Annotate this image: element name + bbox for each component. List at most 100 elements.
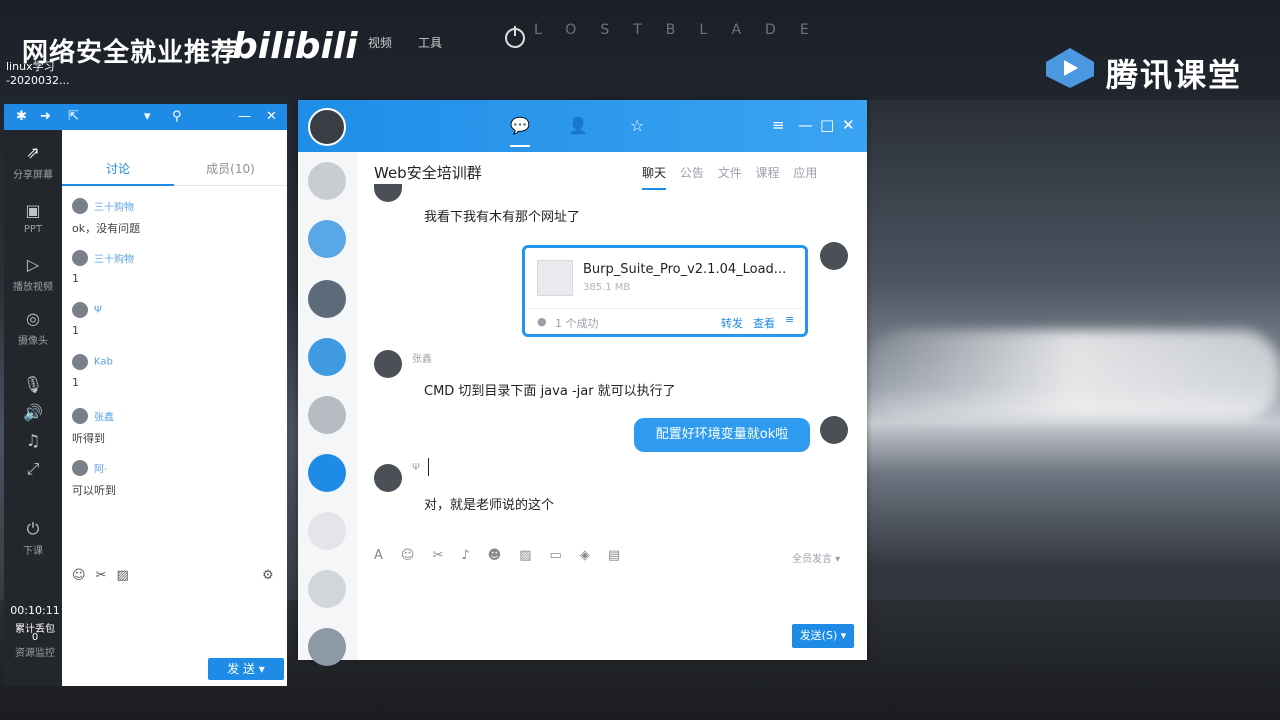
message-text: 1 (72, 324, 79, 337)
speak-mode-select[interactable]: 全员发言 ▾ (792, 550, 840, 565)
menu-icon[interactable]: ≡ (772, 116, 785, 134)
microphone-button[interactable]: 🎙 (4, 376, 62, 398)
classroom-panel: ✱ ➜ ⇱ ▾ ⚲ — ✕ ⇗ 分享屏幕 ▣ PPT ▷ 播放视频 ◎ 摄像头 … (4, 104, 287, 686)
tab-files[interactable]: 文件 (718, 166, 742, 180)
tab-chat[interactable]: 聊天 (642, 166, 667, 190)
send-button[interactable]: 发 送 ▾ (208, 658, 284, 680)
arrow-right-icon[interactable]: ➜ (40, 109, 51, 124)
screenshot-icon[interactable]: ◈ (580, 548, 608, 563)
top-menu-video[interactable]: 视频 (368, 34, 392, 51)
view-button[interactable]: 查看 (753, 315, 775, 331)
share-screen-label: 分享屏幕 (13, 170, 53, 181)
tencent-classroom-logo-icon (1046, 48, 1094, 88)
send-button[interactable]: 发送(S) ▾ (792, 624, 854, 648)
sender-name: 张鑫 (412, 354, 432, 365)
avatar[interactable] (820, 242, 848, 270)
window-header: 💬 👤 ☆ ≡ — □ ✕ (298, 100, 867, 152)
avatar (72, 302, 88, 318)
chat-icon[interactable]: 💬 (510, 116, 530, 147)
end-class-label: 下课 (23, 546, 43, 557)
text-cursor (428, 458, 429, 476)
more-icon[interactable]: ≡ (785, 313, 794, 326)
microphone-icon[interactable]: ♪ (461, 548, 487, 563)
list-item[interactable] (308, 220, 346, 258)
minimize-icon[interactable]: — (798, 116, 813, 134)
avatar[interactable] (374, 184, 402, 202)
music-button[interactable]: ♫ (4, 432, 62, 454)
speak-mode-label: 全员发言 (792, 554, 832, 565)
file-message-card[interactable]: Burp_Suite_Pro_v2.1.04_Load... 385.1 MB … (522, 245, 808, 337)
settings-icon[interactable]: ✱ (16, 109, 27, 124)
emoji-icon[interactable]: ☺ (401, 548, 433, 563)
microphone-icon: 🎙 (22, 375, 44, 394)
space-icon[interactable]: ☆ (630, 116, 644, 135)
power-icon[interactable] (505, 26, 525, 48)
list-item: 阿· 可以听到 (72, 460, 116, 498)
desktop-file-label-2: -2020032... (6, 74, 70, 87)
group-chat-window: 💬 👤 ☆ ≡ — □ ✕ Web安全培训群 聊天 公告 文件 课程 应用 我看… (298, 100, 867, 666)
scissors-icon[interactable]: ✂ (96, 568, 117, 583)
forward-button[interactable]: 转发 (721, 315, 743, 331)
send-label: 发 送 (227, 662, 255, 676)
folder-icon[interactable]: ▭ (550, 548, 580, 563)
image-icon[interactable]: ▨ (519, 548, 549, 563)
list-item[interactable] (308, 512, 346, 550)
top-menu-tools[interactable]: 工具 (418, 34, 442, 51)
avatar[interactable] (374, 350, 402, 378)
avatar (72, 408, 88, 424)
minimize-icon[interactable]: — (238, 109, 251, 124)
tab-apps[interactable]: 应用 (793, 166, 817, 180)
list-item: 三十购物 ok，没有问题 (72, 198, 140, 236)
camera-button[interactable]: ◎ 摄像头 (4, 310, 62, 348)
list-item[interactable] (308, 628, 346, 666)
list-item[interactable] (308, 280, 346, 318)
avatar[interactable] (374, 464, 402, 492)
packet-loss-value: 0 (31, 632, 39, 643)
speaker-button[interactable]: 🔊 (4, 404, 62, 426)
share-screen-icon: ⇗ (26, 143, 40, 162)
avatar[interactable] (820, 416, 848, 444)
list-item[interactable] (308, 338, 346, 376)
message-text: 我看下我有木有那个网址了 (424, 210, 581, 225)
sender-name: 阿· (94, 464, 108, 476)
upload-success-icon: ● (537, 315, 547, 328)
sticker-icon[interactable]: ☻ (488, 548, 520, 563)
list-item[interactable] (308, 396, 346, 434)
image-icon[interactable]: ▨ (116, 568, 138, 583)
tab-course[interactable]: 课程 (756, 166, 780, 180)
close-icon[interactable]: ✕ (842, 116, 855, 134)
message-text: 对，就是老师说的这个 (424, 498, 555, 513)
play-video-button[interactable]: ▷ 播放视频 (4, 256, 62, 294)
tab-members[interactable]: 成员(10) (174, 160, 287, 177)
pin-icon[interactable]: ⚲ (172, 109, 182, 124)
share-screen-button[interactable]: ⇗ 分享屏幕 (4, 143, 62, 182)
avatar[interactable] (308, 108, 346, 146)
expand-button[interactable]: ⤢ (4, 460, 62, 482)
end-class-button[interactable]: ⏻ 下课 (4, 520, 62, 558)
list-item: 三十购物 1 (72, 250, 134, 285)
list-item[interactable] (308, 570, 346, 608)
close-icon[interactable]: ✕ (266, 109, 277, 124)
sender-name: 三十购物 (94, 202, 134, 214)
font-icon[interactable]: A (374, 548, 401, 563)
sender-name: Ψ (412, 462, 420, 473)
list-item[interactable] (308, 162, 346, 200)
tab-discuss[interactable]: 讨论 (62, 160, 174, 186)
message-text: CMD 切到目录下面 java -jar 就可以执行了 (424, 384, 676, 399)
more-tools-icon[interactable]: ▤ (608, 548, 638, 563)
resource-monitor-label[interactable]: 资源监控 (4, 644, 66, 659)
emoji-icon[interactable]: ☺ (72, 568, 96, 583)
ppt-button[interactable]: ▣ PPT (4, 202, 62, 236)
file-size: 385.1 MB (583, 282, 631, 293)
list-item: 张鑫 听得到 (72, 408, 114, 446)
gear-icon[interactable]: ⚙ (262, 568, 274, 583)
class-timer: 00:10:11 (10, 604, 60, 617)
scissors-icon[interactable]: ✂ (432, 548, 461, 563)
share-icon[interactable]: ⇱ (68, 109, 79, 124)
contacts-icon[interactable]: 👤 (568, 116, 588, 135)
chevron-down-icon[interactable]: ▾ (144, 109, 151, 124)
tab-notice[interactable]: 公告 (680, 166, 704, 180)
music-icon: ♫ (25, 431, 41, 450)
list-item[interactable] (308, 454, 346, 492)
maximize-icon[interactable]: □ (820, 116, 834, 134)
